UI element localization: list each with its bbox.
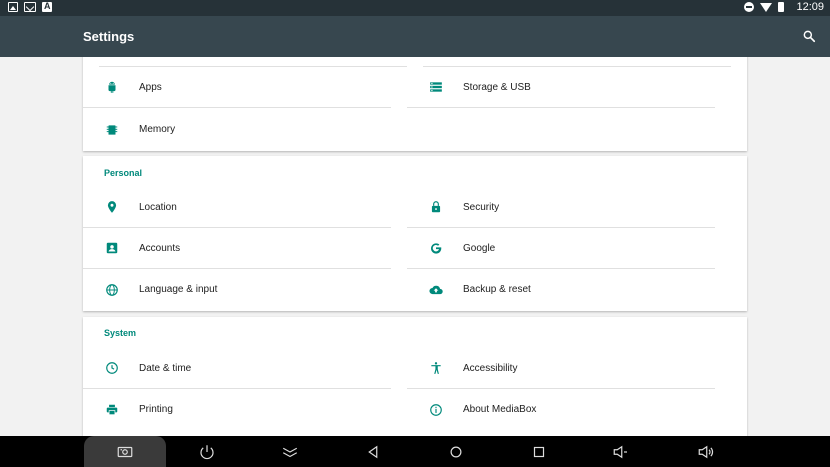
section-header-personal: Personal: [104, 168, 143, 178]
settings-item-about[interactable]: About MediaBox: [407, 389, 715, 430]
screenshot-icon: [117, 446, 133, 457]
hide-bar-button[interactable]: [270, 436, 310, 467]
lock-icon: [428, 199, 444, 215]
recents-button[interactable]: [519, 436, 559, 467]
volume-up-button[interactable]: [686, 436, 726, 467]
power-button[interactable]: [187, 436, 227, 467]
globe-icon: [104, 282, 120, 298]
volume-down-button[interactable]: [601, 436, 641, 467]
settings-item-label: Accounts: [139, 242, 181, 254]
home-button[interactable]: [436, 436, 476, 467]
memory-icon: [104, 122, 120, 138]
settings-item-label: Location: [139, 201, 177, 213]
mail-notification-icon: [24, 2, 36, 12]
accessibility-icon: [428, 360, 444, 376]
settings-item-date-time[interactable]: Date & time: [83, 348, 391, 389]
settings-item-printing[interactable]: Printing: [83, 389, 391, 430]
settings-item-label: Date & time: [139, 362, 192, 374]
settings-item-label: Security: [463, 201, 500, 213]
system-icons: 12:09: [744, 1, 824, 13]
account-icon: [104, 240, 120, 256]
navigation-bar: [0, 436, 830, 467]
settings-item-accessibility[interactable]: Accessibility: [407, 348, 715, 389]
screenshot-button[interactable]: [84, 436, 166, 467]
status-clock: 12:09: [796, 1, 824, 13]
storage-icon: [428, 79, 444, 95]
recents-icon: [533, 446, 545, 457]
settings-list[interactable]: Apps Storage & USB Memory Personal Locat…: [0, 57, 830, 436]
app-bar: Settings: [0, 16, 830, 57]
section-header-system: System: [104, 328, 137, 338]
settings-item-accounts[interactable]: Accounts: [83, 228, 391, 269]
settings-item-label: Google: [463, 242, 496, 254]
info-icon: [428, 402, 444, 418]
settings-item-label: Memory: [139, 124, 176, 135]
settings-item-label: Language & input: [139, 284, 218, 295]
image-notification-icon: [8, 2, 18, 12]
home-icon: [450, 446, 462, 457]
battery-icon: [778, 2, 785, 12]
settings-item-label: About MediaBox: [463, 404, 537, 415]
settings-item-apps[interactable]: Apps: [83, 67, 391, 108]
app-notification-icon: [42, 1, 52, 12]
do-not-disturb-icon: [744, 2, 755, 12]
volume-down-icon: [613, 445, 627, 458]
status-bar: 12:09: [0, 0, 830, 16]
cloud-upload-icon: [428, 282, 444, 298]
device-card: Apps Storage & USB Memory: [83, 57, 747, 151]
location-icon: [104, 199, 120, 215]
settings-item-label: Storage & USB: [463, 81, 531, 93]
settings-item-label: Printing: [139, 404, 173, 415]
settings-item-google[interactable]: Google: [407, 228, 715, 269]
android-icon: [104, 79, 120, 95]
settings-item-language[interactable]: Language & input: [83, 269, 391, 310]
settings-item-security[interactable]: Security: [407, 187, 715, 228]
google-icon: [428, 240, 444, 256]
clock-icon: [104, 360, 120, 376]
double-chevron-down-icon: [282, 447, 298, 457]
settings-item-location[interactable]: Location: [83, 187, 391, 228]
settings-item-backup[interactable]: Backup & reset: [407, 269, 715, 310]
settings-item-storage[interactable]: Storage & USB: [407, 67, 715, 108]
settings-item-label: Backup & reset: [463, 284, 531, 295]
wifi-icon: [760, 2, 773, 12]
personal-card: Personal Location Security Accounts Goog…: [83, 156, 747, 311]
volume-up-icon: [698, 445, 714, 458]
settings-item-label: Accessibility: [463, 362, 518, 374]
power-icon: [200, 444, 214, 459]
search-icon[interactable]: [802, 29, 816, 43]
printer-icon: [104, 402, 120, 418]
page-title: Settings: [83, 29, 135, 44]
back-icon: [368, 445, 378, 458]
system-card: System Date & time Accessibility Printin…: [83, 317, 747, 436]
notification-icons: [8, 1, 52, 12]
back-button[interactable]: [353, 436, 393, 467]
settings-item-label: Apps: [139, 81, 162, 93]
settings-item-memory[interactable]: Memory: [83, 109, 391, 150]
